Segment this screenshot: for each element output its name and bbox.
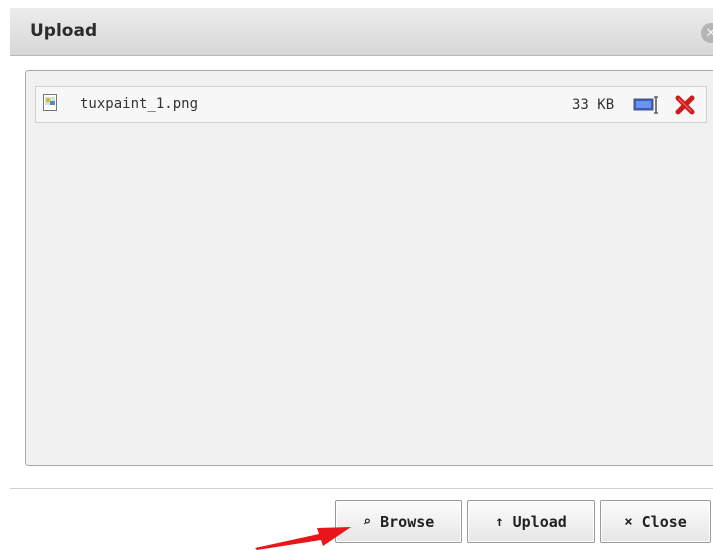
- image-file-icon: [43, 94, 57, 111]
- close-circle-icon[interactable]: ✕: [701, 23, 713, 43]
- close-label: Close: [641, 512, 687, 531]
- preview-icon[interactable]: [633, 96, 659, 114]
- search-icon: ⌕: [362, 513, 372, 530]
- arrow-up-icon: ↑: [495, 513, 504, 530]
- remove-x-icon[interactable]: [675, 95, 695, 115]
- file-size: 33 KB: [572, 97, 615, 113]
- close-button[interactable]: × Close: [600, 500, 711, 543]
- dialog-titlebar: Upload ✕: [10, 8, 713, 56]
- file-row: tuxpaint_1.png 33 KB: [35, 86, 707, 123]
- divider: [10, 488, 713, 489]
- annotation-arrow-icon: [255, 527, 351, 550]
- file-list: tuxpaint_1.png 33 KB: [25, 70, 713, 466]
- browse-label: Browse: [380, 512, 435, 531]
- file-name: tuxpaint_1.png: [80, 96, 199, 112]
- close-icon: ×: [624, 513, 633, 530]
- upload-button[interactable]: ↑ Upload: [467, 500, 595, 543]
- dialog-title: Upload: [30, 21, 98, 41]
- upload-label: Upload: [512, 512, 567, 531]
